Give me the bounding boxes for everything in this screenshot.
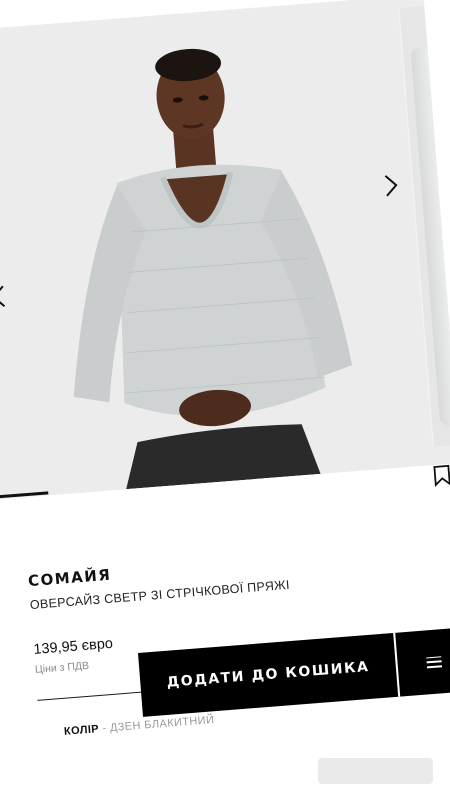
- carousel-progress-fill: [0, 491, 49, 500]
- menu-button[interactable]: [393, 627, 450, 697]
- color-value: - ДЗЕН БЛАКИТНИЙ: [102, 714, 215, 735]
- bookmark-button[interactable]: [432, 464, 450, 487]
- bookmark-icon: [433, 464, 450, 487]
- chevron-right-icon: [384, 175, 398, 197]
- chevron-left-icon: [0, 285, 6, 307]
- previous-image-button[interactable]: [0, 276, 15, 318]
- menu-icon: [425, 655, 442, 668]
- color-selector[interactable]: КОЛІР - ДЗЕН БЛАКИТНИЙ: [64, 714, 215, 738]
- product-image: [73, 48, 353, 490]
- next-image-peek[interactable]: [398, 5, 450, 448]
- next-image-button[interactable]: [375, 164, 408, 206]
- watermark: [318, 758, 433, 784]
- image-carousel[interactable]: [0, 0, 450, 501]
- peek-image: [410, 46, 450, 427]
- color-label: КОЛІР: [63, 723, 100, 738]
